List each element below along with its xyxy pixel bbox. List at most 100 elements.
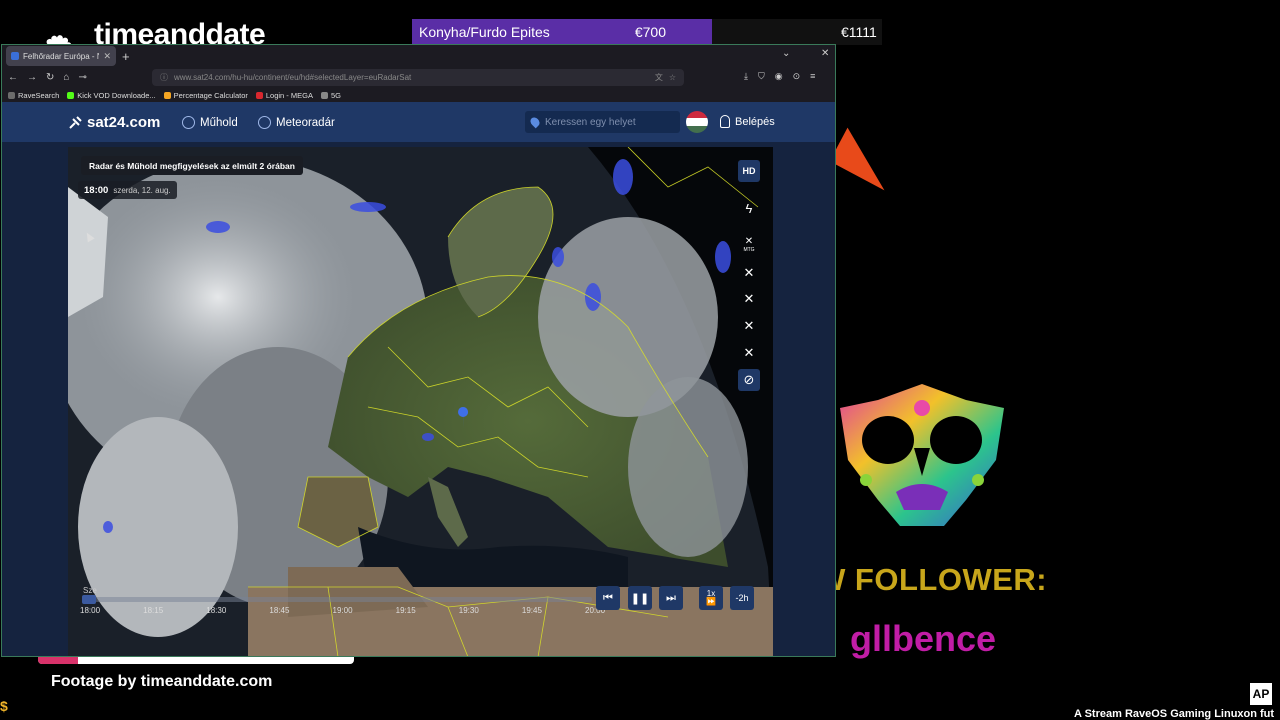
current-date: szerda, 12. aug. xyxy=(113,185,171,195)
timeline-ticks: 18:00 18:15 18:30 18:45 19:00 19:15 19:30 19:45… xyxy=(68,606,605,618)
satellite-radar-icon[interactable]: ⊘ xyxy=(738,369,760,391)
satellite-icon[interactable]: ✕ xyxy=(740,317,758,335)
stream-ticker: A Stream RaveOS Gaming Linuxon fut xyxy=(1074,708,1275,720)
bookmark-favicon-icon xyxy=(67,91,75,99)
login-button[interactable]: Belépés xyxy=(720,115,775,128)
bookmarks-bar: RaveSearch Kick VOD Downloade... Percent… xyxy=(2,88,341,102)
goal-total: €1111 xyxy=(841,24,877,40)
timeline-track[interactable] xyxy=(82,597,592,602)
timeline-tick-label: 18:00 xyxy=(80,606,101,615)
footage-credit: Footage by timeanddate.com xyxy=(51,673,273,690)
satellite-logo-icon xyxy=(69,115,82,129)
bookmark-item[interactable]: 5G xyxy=(320,91,341,100)
browser-window: Felhőradar Európa - Nagy ✕ + ⌄ ✕ ← → ↻ ⌂… xyxy=(1,44,836,657)
home-icon[interactable]: ⌂ xyxy=(63,72,69,83)
reload-icon[interactable]: ↻ xyxy=(46,72,54,83)
close-window-icon[interactable]: ✕ xyxy=(821,48,829,59)
favicon-icon xyxy=(11,52,19,60)
addon-icon[interactable]: ◉ xyxy=(775,71,783,82)
sat24-page: sat24.com Műhold Meteoradár Keressen egy… xyxy=(2,102,835,656)
nav-muhold-label: Műhold xyxy=(200,116,238,129)
skip-forward-button[interactable]: ⏭ xyxy=(659,586,683,610)
nav-meteoradar[interactable]: Meteoradár xyxy=(258,116,335,129)
menu-icon[interactable]: ≡ xyxy=(810,71,815,82)
timeline-tick-label: 19:45 xyxy=(521,606,542,615)
timeline-tick-label: 19:30 xyxy=(458,606,479,615)
timeline-handle[interactable] xyxy=(82,595,96,604)
location-search-input[interactable]: Keressen egy helyet xyxy=(525,111,680,133)
ap-badge: AP xyxy=(1250,683,1272,705)
bookmark-favicon-icon xyxy=(320,91,328,99)
login-label: Belépés xyxy=(735,115,775,128)
extension-icon[interactable]: ⊸ xyxy=(78,72,86,83)
animation-timeline: Sze 18:00 18:15 18:30 18:45 19:00 19:15 19:30 1… xyxy=(68,580,773,656)
skip-back-button[interactable]: ⏮ xyxy=(596,586,620,610)
browser-tab[interactable]: Felhőradar Európa - Nagy ✕ xyxy=(6,46,116,66)
forward-icon[interactable]: → xyxy=(27,72,37,83)
current-time: 18:00 xyxy=(84,184,109,196)
timeline-day-label: Sze xyxy=(83,586,97,595)
site-info-icon[interactable]: ⓘ xyxy=(160,72,168,83)
donation-goal-bar: Konyha/Furdo Epites €700 xyxy=(412,19,882,45)
decorative-shape xyxy=(829,127,903,191)
list-tabs-icon[interactable]: ⌄ xyxy=(782,48,790,59)
mtg-label: MTG xyxy=(743,247,755,253)
timeline-tick-label: 19:15 xyxy=(395,606,416,615)
url-text: www.sat24.com/hu-hu/continent/eu/hd#sele… xyxy=(174,73,412,82)
translate-icon[interactable]: 文 xyxy=(655,72,663,83)
alert-strip xyxy=(38,656,354,664)
bookmark-item[interactable]: Kick VOD Downloade... xyxy=(67,91,156,100)
timeline-tick-label: 18:45 xyxy=(269,606,290,615)
bookmark-item[interactable]: Percentage Calculator xyxy=(163,91,248,100)
satellite-icon[interactable]: ✕ xyxy=(740,290,758,308)
user-icon xyxy=(720,115,730,128)
sat24-logo[interactable]: sat24.com xyxy=(68,114,160,131)
account-icon[interactable]: ⊙ xyxy=(793,71,801,82)
timeline-tick-label: 18:30 xyxy=(206,606,227,615)
fast-forward-icon: ⏩ xyxy=(706,597,716,606)
sat24-logo-text: sat24.com xyxy=(87,114,161,131)
pause-button[interactable]: ❚❚ xyxy=(628,586,652,610)
satellite-mtg-icon[interactable]: ✕ MTG xyxy=(740,237,758,255)
satellite-icon[interactable]: ✕ xyxy=(740,344,758,362)
satellite-nav-icon xyxy=(182,116,195,129)
timeline-tick-label: 18:15 xyxy=(143,606,164,615)
location-pin-icon xyxy=(528,115,542,129)
language-flag-icon[interactable] xyxy=(686,111,708,133)
shield-icon[interactable]: ⛉ xyxy=(758,71,765,82)
goal-current: €700 xyxy=(634,24,666,40)
nav-muhold[interactable]: Műhold xyxy=(182,116,238,129)
satellite-icon[interactable]: ✕ xyxy=(740,264,758,282)
flag-stripe xyxy=(686,111,708,119)
address-bar[interactable]: ⓘ www.sat24.com/hu-hu/continent/eu/hd#se… xyxy=(152,69,684,86)
bookmark-item[interactable]: RaveSearch xyxy=(8,91,59,100)
hd-toggle-button[interactable]: HD xyxy=(738,160,760,182)
layer-info-label: Radar és Műhold megfigyelések az elmúlt … xyxy=(81,156,303,175)
downloads-icon[interactable]: ⤓ xyxy=(744,71,748,82)
flag-stripe xyxy=(686,118,708,126)
close-tab-icon[interactable]: ✕ xyxy=(103,51,111,62)
current-time-badge: 18:00 szerda, 12. aug. xyxy=(78,181,177,199)
speed-button[interactable]: 1x ⏩ xyxy=(699,586,723,610)
range-button[interactable]: -2h xyxy=(730,586,754,610)
follower-name: gllbence xyxy=(850,618,997,659)
coin-icon: $ xyxy=(0,698,8,714)
bookmark-star-icon[interactable]: ☆ xyxy=(669,73,676,82)
site-header: sat24.com Műhold Meteoradár Keressen egy… xyxy=(2,102,835,142)
search-placeholder: Keressen egy helyet xyxy=(545,116,636,128)
tab-title: Felhőradar Európa - Nagy xyxy=(23,51,99,61)
timeline-tick-label: 19:00 xyxy=(332,606,353,615)
new-tab-button[interactable]: + xyxy=(122,49,130,64)
tab-bar: Felhőradar Európa - Nagy ✕ + ⌄ ✕ xyxy=(2,45,835,67)
bookmark-favicon-icon xyxy=(255,91,263,99)
flag-stripe xyxy=(686,125,708,133)
bookmark-favicon-icon xyxy=(163,91,171,99)
bookmark-item[interactable]: Login - MEGA xyxy=(255,91,313,100)
lightning-icon[interactable]: ϟ xyxy=(740,199,758,217)
follower-mask-art xyxy=(840,384,1004,526)
toolbar-right: ⤓ ⛉ ◉ ⊙ ≡ xyxy=(744,71,815,82)
bookmark-favicon-icon xyxy=(8,91,15,99)
back-icon[interactable]: ← xyxy=(8,72,18,83)
radar-nav-icon xyxy=(258,116,271,129)
nav-meteoradar-label: Meteoradár xyxy=(276,116,335,129)
